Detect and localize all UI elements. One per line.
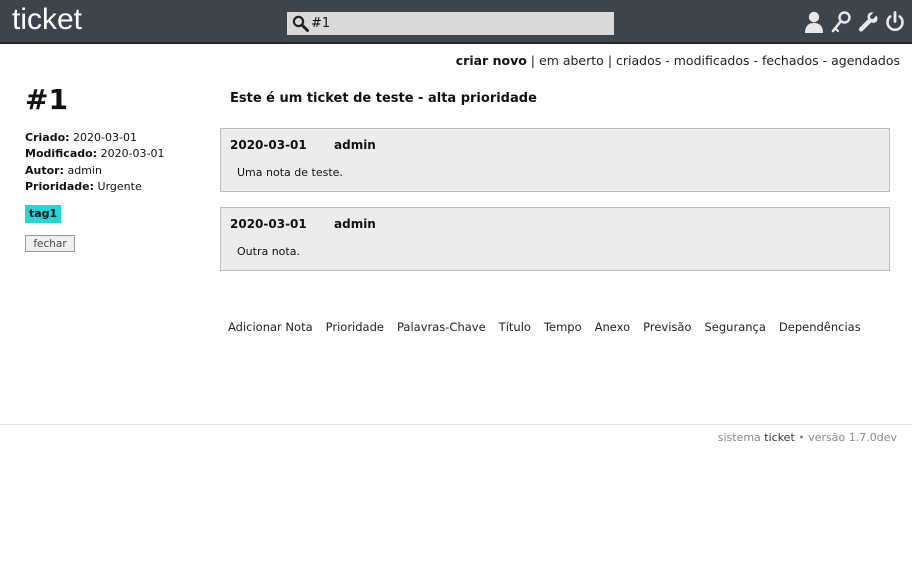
meta-value: Urgente [97, 179, 142, 193]
meta-priority: Prioridade: Urgente [25, 179, 205, 195]
search-box[interactable] [287, 12, 614, 35]
action-title[interactable]: Título [499, 320, 531, 334]
meta-value: 2020-03-01 [73, 131, 137, 144]
ticket-actions: Adicionar Nota Prioridade Palavras-Chave… [228, 320, 861, 334]
meta-value: 2020-03-01 [100, 147, 165, 161]
close-ticket-button[interactable]: fechar [25, 235, 75, 253]
note-text: Outra nota. [237, 245, 300, 258]
note-card: 2020-03-01 admin Outra nota. [220, 207, 890, 271]
action-dependencies[interactable]: Dependências [779, 320, 861, 334]
meta-label: Criado: [25, 131, 70, 144]
key-icon[interactable] [830, 10, 852, 34]
ticket-id: #1 [25, 83, 68, 116]
action-attachment[interactable]: Anexo [595, 320, 631, 334]
action-time[interactable]: Tempo [544, 320, 582, 334]
ticket-meta: Criado: 2020-03-01 Modificado: 2020-03-0… [25, 130, 205, 195]
nav-scheduled[interactable]: agendados [831, 53, 900, 68]
nav-separator: - [822, 53, 828, 68]
footer-prefix: sistema [717, 431, 761, 444]
nav-open[interactable]: em aberto [539, 53, 604, 68]
footer-divider [0, 424, 912, 425]
meta-author: Autor: admin [25, 163, 205, 179]
meta-value: admin [67, 163, 102, 177]
note-date: 2020-03-01 [230, 138, 307, 152]
ticket-sidebar: #1 Criado: 2020-03-01 Modificado: 2020-0… [25, 82, 205, 253]
nav-created[interactable]: criados [616, 53, 661, 68]
note-author: admin [334, 138, 376, 152]
search-icon [292, 15, 309, 32]
footer: sistema ticket • versão 1.7.0dev [718, 431, 897, 444]
nav-separator: | [530, 53, 536, 68]
action-keywords[interactable]: Palavras-Chave [397, 320, 486, 334]
action-forecast[interactable]: Previsão [643, 320, 691, 334]
note-author: admin [334, 217, 376, 231]
footer-brand[interactable]: ticket [764, 431, 794, 444]
action-security[interactable]: Segurança [705, 320, 766, 334]
search-input[interactable] [311, 12, 609, 35]
meta-label: Prioridade: [25, 179, 95, 193]
meta-label: Autor: [25, 163, 64, 177]
user-icon[interactable] [803, 10, 825, 34]
top-nav: criar novo | em aberto | criados - modif… [456, 53, 900, 68]
meta-created: Criado: 2020-03-01 [25, 130, 205, 146]
nav-create-new[interactable]: criar novo [456, 53, 527, 68]
top-bar: ticket [0, 0, 912, 44]
nav-separator: - [665, 53, 670, 68]
nav-separator: | [607, 53, 613, 68]
app-logo[interactable]: ticket [12, 2, 82, 38]
action-priority[interactable]: Prioridade [326, 320, 384, 334]
nav-modified[interactable]: modificados [674, 53, 750, 68]
power-icon[interactable] [884, 10, 906, 34]
meta-modified: Modificado: 2020-03-01 [25, 146, 205, 162]
ticket-title: Este é um ticket de teste - alta priorid… [230, 91, 537, 106]
action-add-note[interactable]: Adicionar Nota [228, 320, 313, 334]
tag-badge[interactable]: tag1 [25, 205, 62, 224]
wrench-icon[interactable] [857, 10, 879, 34]
note-card: 2020-03-01 admin Uma nota de teste. [220, 128, 890, 192]
note-date: 2020-03-01 [230, 217, 307, 231]
nav-separator: - [753, 53, 758, 68]
nav-closed[interactable]: fechados [762, 53, 819, 68]
note-text: Uma nota de teste. [237, 166, 343, 179]
meta-label: Modificado: [25, 147, 98, 161]
header-icons [803, 10, 906, 36]
footer-version: • versão 1.7.0dev [798, 431, 897, 444]
